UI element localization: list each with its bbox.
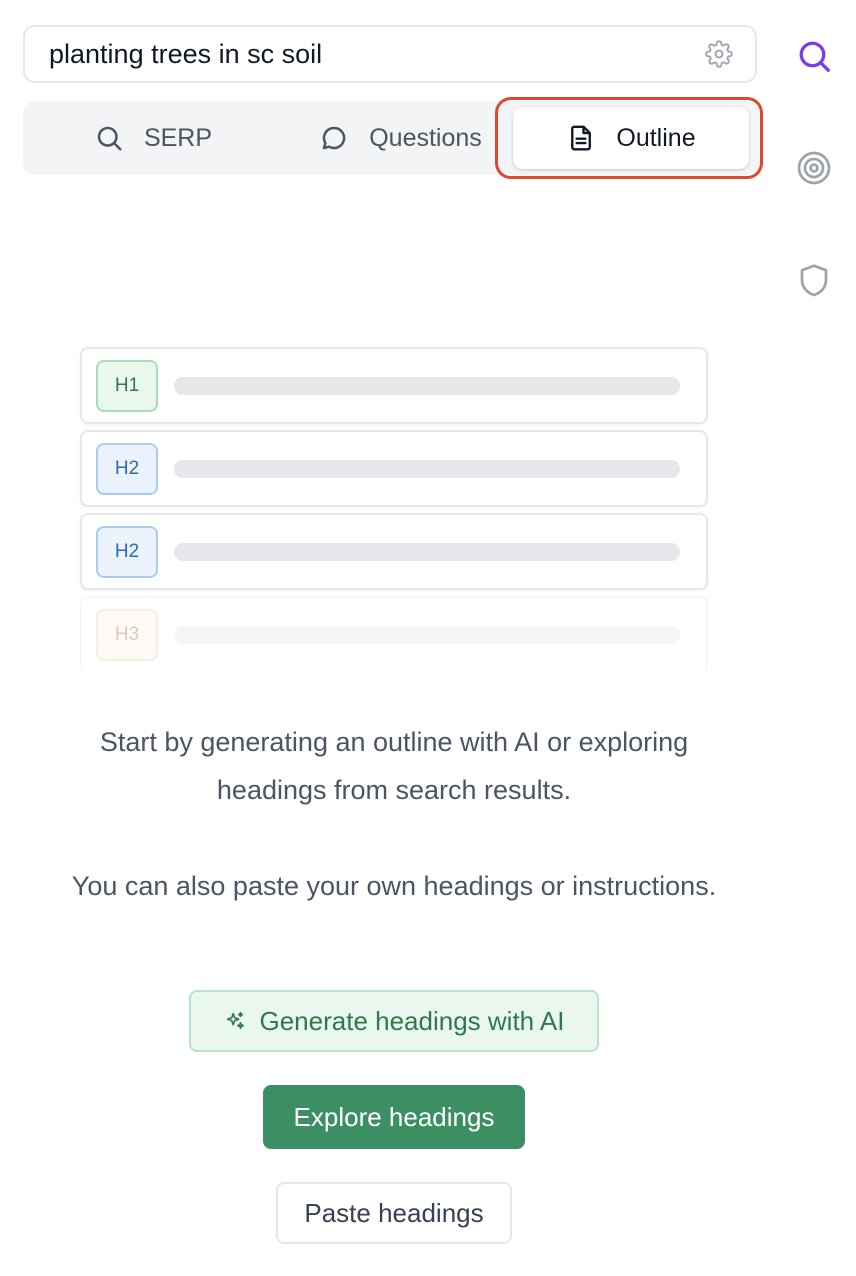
heading-level-badge: H1 [96, 359, 158, 412]
outline-preview-row: H1 [80, 347, 708, 424]
outline-panel: SERP Questions Outline [0, 0, 856, 1276]
view-tabs: SERP Questions Outline [23, 101, 759, 175]
outline-preview-row: H2 [80, 430, 708, 507]
heading-level-badge: H2 [96, 442, 158, 495]
empty-state-hint: You can also paste your own headings or … [71, 871, 717, 901]
gear-icon[interactable] [705, 40, 733, 68]
tab-label: Questions [369, 123, 482, 152]
heading-level-badge: H2 [96, 525, 158, 578]
outline-preview: H1 H2 H2 H3 [80, 347, 708, 679]
empty-state-description: Start by generating an outline with AI o… [99, 727, 689, 805]
placeholder-bar [174, 376, 680, 395]
tab-questions[interactable]: Questions [293, 107, 508, 169]
sparkles-icon [226, 1011, 244, 1030]
tab-label: SERP [143, 123, 213, 152]
document-icon [571, 125, 592, 151]
generate-headings-button[interactable]: Generate headings with AI [189, 990, 599, 1052]
placeholder-bar [174, 459, 680, 478]
tab-label: Outline [616, 123, 696, 152]
outline-preview-row: H3 [80, 596, 708, 673]
keyword-search-box [23, 25, 757, 83]
outline-preview-row: H2 [80, 513, 708, 590]
keyword-input[interactable] [49, 38, 705, 70]
placeholder-bar [174, 625, 680, 644]
paste-headings-button[interactable]: Paste headings [276, 1182, 512, 1244]
shield-icon[interactable] [796, 262, 832, 298]
search-icon [97, 126, 122, 151]
placeholder-bar [174, 542, 680, 561]
tab-outline[interactable]: Outline [513, 107, 749, 169]
search-icon[interactable] [796, 38, 832, 74]
explore-headings-button[interactable]: Explore headings [263, 1085, 525, 1149]
heading-level-badge: H3 [96, 608, 158, 661]
chat-bubble-icon [322, 126, 346, 150]
tab-serp[interactable]: SERP [73, 107, 233, 169]
generate-headings-label: Generate headings with AI [259, 1005, 565, 1036]
target-icon[interactable] [796, 150, 832, 186]
